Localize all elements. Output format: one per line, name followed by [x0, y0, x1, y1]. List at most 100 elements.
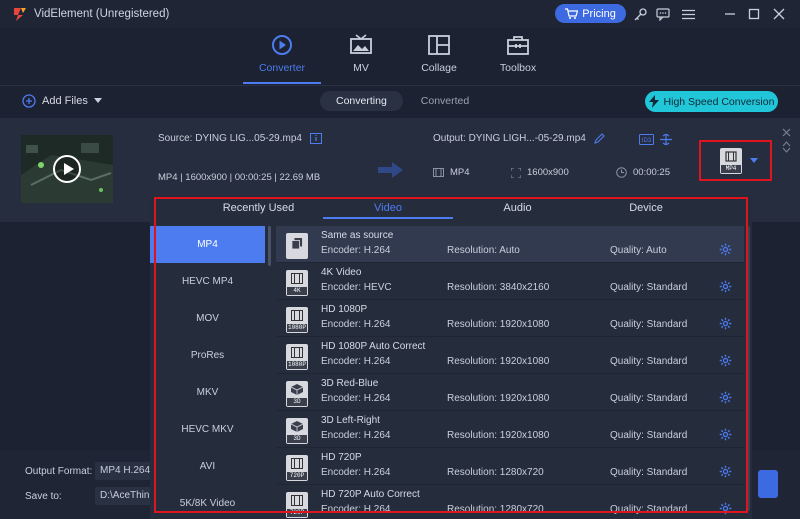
- preset-row[interactable]: 4K 4K Video Encoder: HEVC Resolution: 38…: [276, 263, 744, 300]
- preset-encoder: Encoder: H.264: [321, 356, 391, 367]
- nav-mv[interactable]: MV: [321, 34, 401, 74]
- nav-mv-label: MV: [353, 62, 369, 74]
- preset-row[interactable]: 1080P HD 1080P Encoder: H.264 Resolution…: [276, 300, 744, 337]
- preset-badge: 4K: [287, 287, 307, 295]
- preset-row[interactable]: 720P HD 720P Encoder: H.264 Resolution: …: [276, 448, 744, 485]
- category-mkv[interactable]: MKV: [150, 374, 265, 411]
- preset-row[interactable]: Same as source Encoder: H.264 Resolution…: [276, 226, 744, 263]
- maximize-icon[interactable]: [746, 6, 762, 22]
- info-icon[interactable]: [309, 133, 322, 144]
- film-icon: [291, 458, 303, 469]
- minimize-icon[interactable]: [722, 6, 738, 22]
- preset-format-icon: 720P: [286, 455, 308, 481]
- preset-row[interactable]: 720P HD 720P Auto Correct Encoder: H.264…: [276, 485, 744, 519]
- category-hevc-mkv[interactable]: HEVC MKV: [150, 411, 265, 448]
- nav-converter[interactable]: Converter: [242, 34, 322, 74]
- preset-badge: 1080P: [287, 324, 307, 332]
- chevron-down-icon[interactable]: [782, 147, 791, 153]
- output-format-meta: MP4: [433, 167, 511, 178]
- play-icon[interactable]: [53, 155, 81, 183]
- save-to-field[interactable]: D:\AceThin: [95, 487, 155, 505]
- film-icon: [291, 495, 303, 506]
- tab-device[interactable]: Device: [590, 202, 702, 214]
- gear-icon[interactable]: [719, 317, 732, 330]
- preset-resolution: Resolution: 1920x1080: [447, 356, 550, 367]
- preset-name: HD 720P: [321, 452, 362, 463]
- menu-icon[interactable]: [680, 6, 696, 22]
- gear-icon[interactable]: [719, 428, 732, 441]
- gear-icon[interactable]: [719, 391, 732, 404]
- gear-icon[interactable]: [719, 243, 732, 256]
- close-file-icon[interactable]: [782, 128, 791, 137]
- same-as-source-icon: [291, 238, 303, 249]
- id3-tag-icon[interactable]: ID3: [639, 134, 654, 145]
- preset-list-scrollbar[interactable]: [746, 226, 750, 511]
- film-icon: [433, 168, 444, 177]
- pricing-button[interactable]: Pricing: [555, 4, 626, 23]
- preset-encoder: Encoder: HEVC: [321, 282, 392, 293]
- convert-all-button[interactable]: [758, 470, 778, 498]
- format-categories: MP4 HEVC MP4 MOV ProRes MKV HEVC MKV AVI…: [150, 226, 265, 519]
- film-icon: [291, 273, 303, 284]
- gear-icon[interactable]: [719, 465, 732, 478]
- conversion-tabs: Converting Converted: [320, 91, 485, 111]
- close-icon[interactable]: [771, 6, 787, 22]
- category-mp4[interactable]: MP4: [150, 226, 265, 263]
- resize-icon: [511, 167, 521, 178]
- gear-icon[interactable]: [719, 502, 732, 515]
- tab-video[interactable]: Video: [323, 202, 453, 214]
- nav-collage[interactable]: Collage: [399, 34, 479, 74]
- gear-icon[interactable]: [719, 280, 732, 293]
- video-thumbnail[interactable]: [21, 135, 113, 203]
- settings-sliders-icon[interactable]: [660, 134, 672, 145]
- tab-active-indicator: [323, 217, 453, 219]
- category-hevc-mp4[interactable]: HEVC MP4: [150, 263, 265, 300]
- gear-icon[interactable]: [719, 354, 732, 367]
- category-5k-8k-video[interactable]: 5K/8K Video: [150, 485, 265, 519]
- svg-text:ID3: ID3: [642, 138, 652, 144]
- preset-encoder: Encoder: H.264: [321, 504, 391, 515]
- nav-collage-label: Collage: [421, 62, 457, 74]
- add-files-label: Add Files: [42, 95, 88, 107]
- preset-resolution: Resolution: Auto: [447, 245, 520, 256]
- format-tabs: Recently Used Video Audio Device: [150, 195, 752, 223]
- preset-name: HD 1080P Auto Correct: [321, 341, 426, 352]
- nav-converter-label: Converter: [258, 62, 306, 74]
- key-icon[interactable]: [632, 6, 648, 22]
- preset-quality: Quality: Standard: [610, 393, 688, 404]
- tab-recently-used[interactable]: Recently Used: [200, 202, 317, 214]
- add-files-button[interactable]: Add Files: [22, 94, 102, 108]
- preset-row[interactable]: 3D 3D Red-Blue Encoder: H.264 Resolution…: [276, 374, 744, 411]
- output-format-field[interactable]: MP4 H.264: [95, 462, 155, 480]
- preset-row[interactable]: 1080P HD 1080P Auto Correct Encoder: H.2…: [276, 337, 744, 374]
- format-highlight-box: [699, 140, 772, 181]
- preset-quality: Quality: Standard: [610, 430, 688, 441]
- pricing-label: Pricing: [582, 7, 616, 20]
- source-filename: Source: DYING LIG...05-29.mp4: [158, 133, 302, 144]
- feedback-icon[interactable]: [655, 6, 671, 22]
- output-resolution-meta: 1600x900: [511, 167, 616, 178]
- output-format-label: Output Format:: [25, 466, 93, 477]
- preset-row[interactable]: 3D 3D Left-Right Encoder: H.264 Resoluti…: [276, 411, 744, 448]
- add-circle-icon: [22, 94, 36, 108]
- cart-icon: [565, 8, 579, 19]
- row-actions: [782, 128, 791, 153]
- film-icon: [291, 347, 303, 358]
- output-format-text: MP4: [450, 167, 470, 178]
- category-avi[interactable]: AVI: [150, 448, 265, 485]
- tab-converting[interactable]: Converting: [320, 91, 403, 111]
- tab-converted[interactable]: Converted: [405, 91, 485, 111]
- output-resolution-text: 1600x900: [527, 167, 569, 178]
- high-speed-conversion-button[interactable]: High Speed Conversion: [645, 91, 778, 112]
- categories-scrollbar[interactable]: [268, 226, 271, 266]
- nav-toolbox[interactable]: Toolbox: [478, 34, 558, 74]
- preset-badge: 1080P: [287, 361, 307, 369]
- film-icon: [291, 310, 303, 321]
- edit-icon[interactable]: [593, 133, 605, 144]
- convert-arrow-icon: [378, 162, 403, 178]
- category-prores[interactable]: ProRes: [150, 337, 265, 374]
- preset-quality: Quality: Standard: [610, 319, 688, 330]
- tab-audio[interactable]: Audio: [460, 202, 575, 214]
- category-mov[interactable]: MOV: [150, 300, 265, 337]
- converter-icon: [272, 35, 292, 55]
